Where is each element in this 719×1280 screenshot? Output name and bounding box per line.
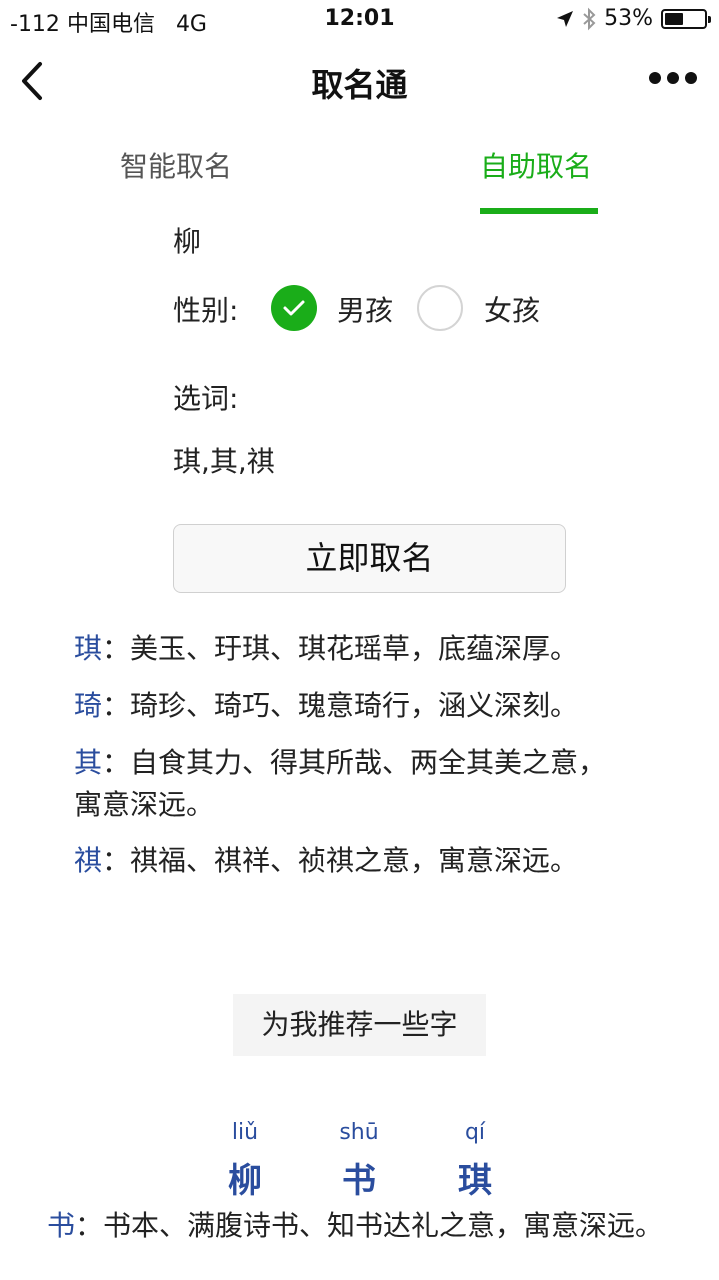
- gender-radio-girl[interactable]: [417, 285, 463, 331]
- words-value: 琪,其,祺: [173, 445, 275, 478]
- surname-value: 柳: [173, 225, 202, 258]
- meaning-text: 自食其力、得其所哉、两全其美之意，寓意深远。: [74, 746, 607, 821]
- gender-radio-boy[interactable]: [271, 285, 317, 331]
- meaning-sep: ：: [102, 689, 131, 722]
- meaning-text: 美玉、玗琪、琪花瑶草，底蕴深厚。: [130, 632, 579, 665]
- result-meaning-sep: ：: [75, 1209, 104, 1242]
- meaning-text: 琦珍、琦巧、瑰意琦行，涵义深刻。: [130, 689, 579, 722]
- battery-fill: [665, 12, 684, 25]
- meaning-sep: ：: [102, 746, 131, 779]
- words-label: 选词:: [173, 382, 239, 415]
- result-pinyin: qí: [464, 1120, 486, 1145]
- result-char-column: shū 书: [319, 1118, 399, 1206]
- battery-icon: [661, 8, 711, 29]
- gender-option-boy-label[interactable]: 男孩: [337, 289, 393, 329]
- result-meaning-char: 书: [47, 1209, 76, 1242]
- result-char: 琪: [458, 1161, 492, 1201]
- gender-option-girl-label[interactable]: 女孩: [484, 289, 540, 329]
- checkmark-icon: [283, 300, 305, 316]
- meaning-item: 其：自食其力、得其所哉、两全其美之意，寓意深远。: [74, 742, 634, 826]
- generate-name-button[interactable]: 立即取名: [173, 524, 566, 593]
- meaning-char: 琪: [74, 632, 103, 665]
- meaning-text: 祺福、祺祥、祯祺之意，寓意深远。: [130, 844, 579, 877]
- more-dot-icon: [685, 72, 697, 84]
- bluetooth-icon: [583, 7, 596, 30]
- more-dot-icon: [667, 72, 679, 84]
- result-char: 柳: [228, 1161, 262, 1201]
- recommend-chars-button[interactable]: 为我推荐一些字: [233, 994, 486, 1056]
- battery-percent: 53%: [604, 6, 653, 31]
- meaning-sep: ：: [102, 844, 131, 877]
- meaning-sep: ：: [102, 632, 131, 665]
- tab-self-naming[interactable]: 自助取名: [480, 145, 592, 185]
- result-char-column: liǔ 柳: [205, 1118, 285, 1206]
- result-meaning-text: 书本、满腹诗书、知书达礼之意，寓意深远。: [103, 1209, 664, 1242]
- meaning-item: 琪：美玉、玗琪、琪花瑶草，底蕴深厚。: [74, 628, 634, 670]
- result-char: 书: [342, 1161, 376, 1201]
- tab-smart-naming[interactable]: 智能取名: [120, 145, 232, 185]
- meaning-item: 琦：琦珍、琦巧、瑰意琦行，涵义深刻。: [74, 685, 634, 727]
- meaning-char: 琦: [74, 689, 103, 722]
- meaning-char: 祺: [74, 844, 103, 877]
- status-bar: -112 中国电信 4G 12:01 53%: [0, 0, 719, 40]
- nav-bar: 取名通: [0, 40, 719, 124]
- page-title: 取名通: [311, 66, 408, 104]
- location-arrow-icon: [557, 10, 574, 27]
- more-menu-button[interactable]: [649, 72, 697, 84]
- more-dot-icon: [649, 72, 661, 84]
- meaning-item: 祺：祺福、祺祥、祯祺之意，寓意深远。: [74, 840, 634, 882]
- result-meaning: 书：书本、满腹诗书、知书达礼之意，寓意深远。: [47, 1205, 677, 1247]
- status-right: 53%: [556, 6, 711, 31]
- gender-label: 性别:: [173, 294, 239, 327]
- result-pinyin: liǔ: [231, 1120, 259, 1145]
- active-tab-indicator: [480, 208, 598, 214]
- meaning-char: 其: [74, 746, 103, 779]
- result-char-column: qí 琪: [435, 1118, 515, 1206]
- result-pinyin: shū: [339, 1120, 379, 1145]
